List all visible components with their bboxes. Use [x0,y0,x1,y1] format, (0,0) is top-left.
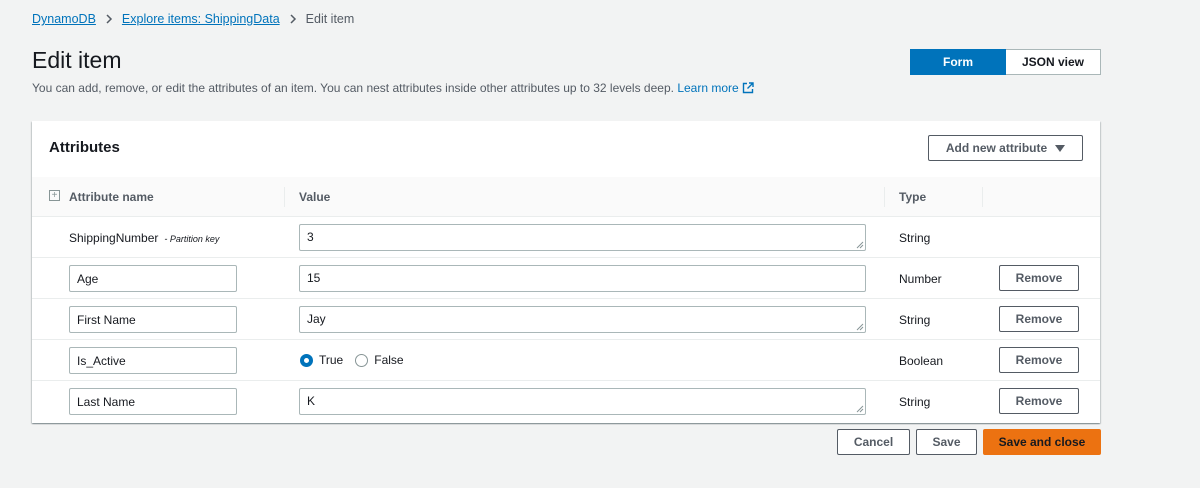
save-button[interactable]: Save [916,429,977,455]
table-row: K String Remove [32,381,1100,422]
table-header: + Attribute name Value Type [32,177,1100,217]
value-text: K [307,394,316,408]
learn-more-link[interactable]: Learn more [677,81,754,97]
description-text: You can add, remove, or edit the attribu… [32,81,674,95]
page-description: You can add, remove, or edit the attribu… [32,81,754,97]
table-row: Jay String Remove [32,299,1100,340]
table-row: True False Boolean Remove [32,340,1100,381]
column-header-name: Attribute name [69,190,154,204]
column-divider [982,187,983,207]
remove-button[interactable]: Remove [999,347,1079,373]
breadcrumb: DynamoDB Explore items: ShippingData Edi… [32,12,354,26]
table-row: 15 Number Remove [32,258,1100,299]
attribute-type: String [899,313,931,327]
radio-false-label[interactable]: False [374,353,403,367]
caret-down-icon [1055,144,1066,152]
value-input[interactable]: 15 [299,265,866,292]
remove-button[interactable]: Remove [999,388,1079,414]
column-divider [284,187,285,207]
resize-handle-icon[interactable] [856,323,864,331]
json-view-button[interactable]: JSON view [1006,49,1101,75]
value-text: 3 [307,230,314,244]
attribute-name: ShippingNumber - Partition key [69,231,219,245]
value-text: 15 [307,271,321,285]
chevron-right-icon [105,14,113,24]
breadcrumb-link-dynamodb[interactable]: DynamoDB [32,12,96,26]
attribute-type: Boolean [899,354,944,368]
page-title: Edit item [32,47,122,73]
expand-all-icon[interactable]: + [49,190,60,201]
remove-button[interactable]: Remove [999,306,1079,332]
breadcrumb-link-explore-items[interactable]: Explore items: ShippingData [122,12,280,26]
attribute-name-input[interactable] [69,388,237,415]
add-new-attribute-label: Add new attribute [945,141,1048,155]
attribute-type: Number [899,272,942,286]
add-new-attribute-button[interactable]: Add new attribute [928,135,1083,161]
attribute-name-input[interactable] [69,306,237,333]
learn-more-label: Learn more [677,81,739,95]
attribute-name-text: ShippingNumber [69,231,159,245]
form-view-button[interactable]: Form [910,49,1006,75]
view-toggle: Form JSON view [910,49,1101,75]
radio-true[interactable] [300,353,313,367]
value-textarea[interactable]: 3 [299,224,866,251]
value-textarea[interactable]: Jay [299,306,866,333]
column-divider [884,187,885,207]
partition-key-label: - Partition key [164,234,220,244]
chevron-right-icon [289,14,297,24]
boolean-radio-group: True False [300,353,416,367]
resize-handle-icon[interactable] [856,405,864,413]
column-header-value: Value [299,190,331,204]
breadcrumb-current: Edit item [305,12,355,26]
resize-handle-icon[interactable] [856,241,864,249]
remove-button[interactable]: Remove [999,265,1079,291]
value-textarea[interactable]: K [299,388,866,415]
attributes-panel: Attributes Add new attribute + Attribute… [32,121,1100,423]
save-and-close-button[interactable]: Save and close [983,429,1101,455]
column-header-type: Type [899,190,927,204]
attribute-name-input[interactable] [69,265,237,292]
value-text: Jay [307,312,326,326]
table-row: ShippingNumber - Partition key 3 String [32,217,1100,258]
radio-true-label[interactable]: True [319,353,343,367]
attribute-type: String [899,231,931,245]
attributes-title: Attributes [49,139,120,156]
attribute-name-input[interactable] [69,347,237,374]
cancel-button[interactable]: Cancel [837,429,910,455]
external-link-icon [742,82,754,97]
attribute-type: String [899,395,931,409]
radio-false[interactable] [355,353,369,367]
